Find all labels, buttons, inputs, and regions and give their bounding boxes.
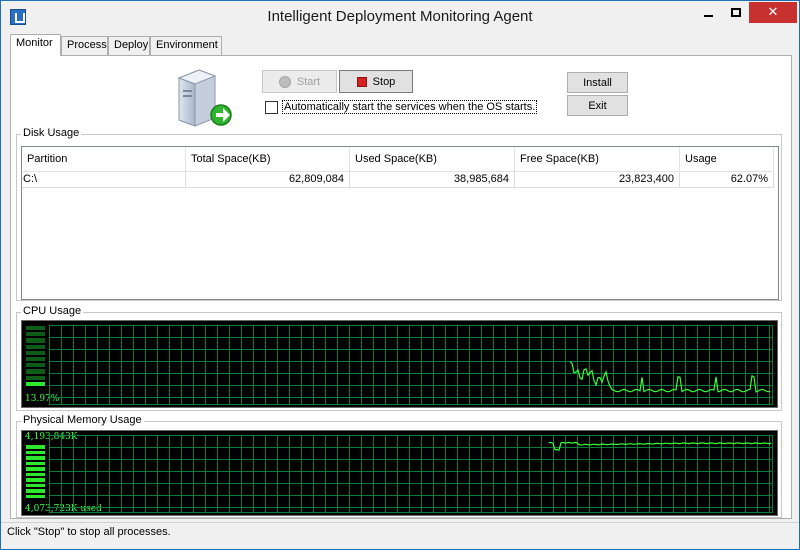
server-add-icon	[177, 69, 232, 127]
meter-segment	[26, 332, 45, 337]
cpu-history-chart	[49, 325, 773, 405]
cpu-usage-group: CPU Usage 13.97%	[16, 305, 782, 411]
meter-segment	[26, 445, 45, 449]
meter-segment	[26, 478, 45, 482]
monitor-panel: Start Stop Automatically start the servi…	[10, 55, 792, 519]
meter-segment	[26, 350, 45, 355]
table-cell: 62,809,084	[186, 172, 350, 188]
start-button-label: Start	[296, 75, 321, 88]
meter-segment	[26, 369, 45, 374]
meter-segment	[26, 489, 45, 493]
meter-segment	[26, 338, 45, 343]
status-message: Click "Stop" to stop all processes.	[7, 526, 171, 538]
column-header[interactable]: Partition	[22, 147, 186, 172]
memory-usage-label: Physical Memory Usage	[21, 414, 144, 426]
meter-segment	[26, 494, 45, 498]
tab-process[interactable]: Process	[61, 36, 108, 55]
tab-environment[interactable]: Environment	[150, 36, 222, 55]
meter-segment	[26, 381, 45, 386]
meter-segment	[26, 461, 45, 465]
title-bar[interactable]: Intelligent Deployment Monitoring Agent …	[1, 1, 799, 32]
window-title: Intelligent Deployment Monitoring Agent	[267, 8, 533, 25]
autostart-checkbox[interactable]	[265, 101, 278, 114]
usage-trace-line	[569, 361, 771, 393]
chart-grid	[49, 435, 773, 513]
meter-segment	[26, 483, 45, 487]
maximize-icon	[730, 8, 741, 17]
tab-deploy[interactable]: Deploy	[108, 36, 150, 55]
disk-usage-group: Disk Usage Partition Total Space(KB) Use…	[16, 127, 782, 301]
memory-usage-group: Physical Memory Usage 4,193,843K 4,073,7…	[16, 414, 782, 518]
chart-grid	[49, 325, 773, 405]
disk-table: Partition Total Space(KB) Used Space(KB)…	[21, 146, 779, 300]
meter-segment	[26, 375, 45, 380]
column-header[interactable]: Total Space(KB)	[186, 147, 350, 172]
close-icon: ✕	[767, 5, 779, 20]
memory-level-meter	[26, 445, 45, 500]
table-cell: 38,985,684	[350, 172, 515, 188]
memory-history-chart	[49, 435, 773, 513]
disk-usage-label: Disk Usage	[21, 127, 82, 139]
install-button[interactable]: Install	[567, 72, 628, 93]
meter-segment	[26, 363, 45, 368]
meter-segment	[26, 357, 45, 362]
meter-segment	[26, 456, 45, 460]
meter-segment	[26, 467, 45, 471]
stop-button[interactable]: Stop	[339, 70, 413, 93]
exit-button[interactable]: Exit	[567, 95, 628, 116]
minimize-button[interactable]	[695, 2, 722, 23]
column-header[interactable]: Usage	[680, 147, 774, 172]
minimize-icon	[704, 14, 713, 17]
cpu-usage-label: CPU Usage	[21, 305, 84, 317]
column-header[interactable]: Used Space(KB)	[350, 147, 515, 172]
column-header[interactable]: Free Space(KB)	[515, 147, 680, 172]
status-bar: Click "Stop" to stop all processes.	[1, 522, 799, 549]
memory-graph: 4,193,843K 4,073,723K used	[21, 430, 778, 516]
meter-segment	[26, 326, 45, 331]
start-button[interactable]: Start	[262, 70, 337, 93]
table-cell: 23,823,400	[515, 172, 680, 188]
app-window: Intelligent Deployment Monitoring Agent …	[0, 0, 800, 550]
cpu-level-meter	[26, 326, 45, 388]
play-icon	[278, 75, 291, 88]
tab-monitor[interactable]: Monitor	[10, 34, 61, 56]
cpu-graph: 13.97%	[21, 320, 778, 408]
table-cell: C:\	[22, 172, 186, 188]
meter-segment	[26, 472, 45, 476]
maximize-button[interactable]	[722, 2, 749, 23]
meter-segment	[26, 450, 45, 454]
meter-segment	[26, 344, 45, 349]
stop-button-label: Stop	[372, 75, 396, 88]
autostart-label[interactable]: Automatically start the services when th…	[282, 100, 538, 114]
close-button[interactable]: ✕	[749, 2, 797, 23]
stop-icon	[356, 76, 367, 87]
table-cell: 62.07%	[680, 172, 774, 188]
usage-trace-line	[549, 441, 772, 451]
